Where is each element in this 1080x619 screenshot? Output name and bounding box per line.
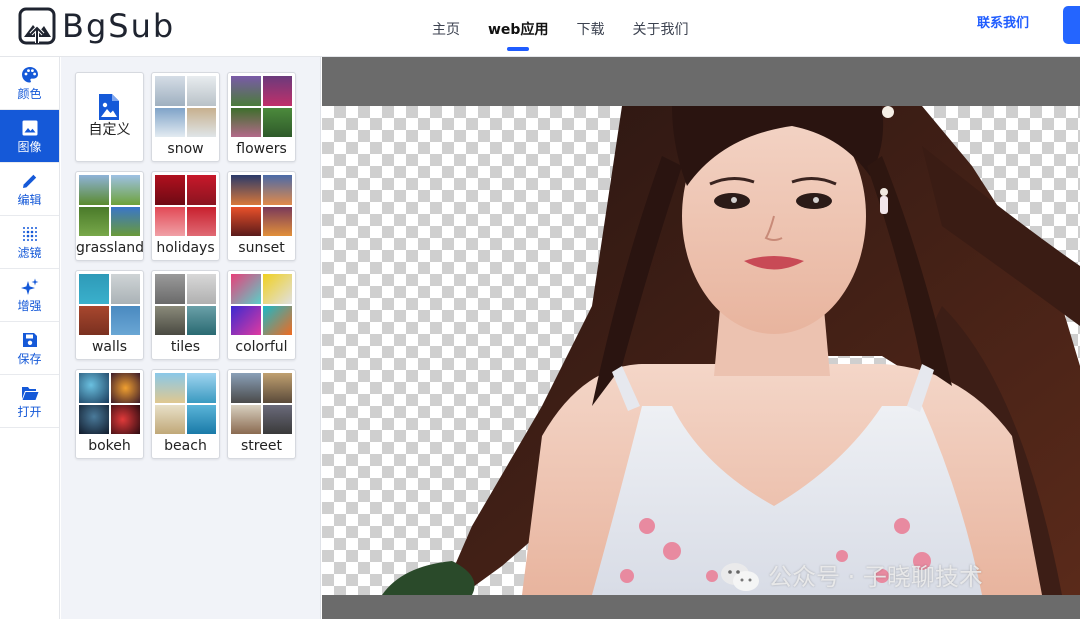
thumbnail [155, 373, 216, 434]
rail-item-image[interactable]: 图像 [0, 110, 59, 163]
folder-open-icon [21, 386, 38, 400]
watermark: 公众号 · 子晓聊技术 [720, 561, 983, 593]
tile-label: snow [167, 141, 204, 157]
floppy-icon [22, 332, 37, 347]
rail-label-save: 保存 [17, 351, 42, 366]
logo-icon [18, 7, 56, 45]
rail-item-save[interactable]: 保存 [0, 322, 59, 375]
tile-colorful[interactable]: colorful [227, 270, 296, 360]
nav-home[interactable]: 主页 [432, 15, 460, 43]
cutout-portrait [382, 106, 1080, 595]
top-header: BgSub 主页 web应用 下载 关于我们 联系我们 [0, 0, 1080, 57]
tile-flowers[interactable]: flowers [227, 72, 296, 162]
thumbnail [231, 76, 292, 137]
rail-label-color: 颜色 [17, 86, 42, 101]
editor-canvas-area[interactable]: 公众号 · 子晓聊技术 [322, 57, 1080, 619]
rail-item-edit[interactable]: 编辑 [0, 163, 59, 216]
header-action-button[interactable] [1063, 6, 1080, 44]
thumbnail [79, 274, 140, 335]
tile-walls[interactable]: walls [75, 270, 144, 360]
rail-item-enhance[interactable]: 增强 [0, 269, 59, 322]
rail-label-image: 图像 [17, 139, 42, 154]
nav-about[interactable]: 关于我们 [632, 15, 688, 43]
thumbnail [79, 175, 140, 236]
rail-label-edit: 编辑 [17, 192, 42, 207]
rail-label-open: 打开 [17, 404, 42, 419]
tile-label: tiles [170, 339, 201, 355]
thumbnail [231, 274, 292, 335]
watermark-text: 公众号 · 子晓聊技术 [768, 563, 983, 591]
rail-item-color[interactable]: 颜色 [0, 57, 59, 110]
thumbnail [231, 175, 292, 236]
thumbnail [231, 373, 292, 434]
tile-snow[interactable]: snow [151, 72, 220, 162]
brand-logo[interactable]: BgSub [18, 6, 175, 46]
nav-download[interactable]: 下载 [576, 15, 604, 43]
tile-label: colorful [235, 339, 288, 355]
tile-tiles[interactable]: tiles [151, 270, 220, 360]
nav-web-app[interactable]: web应用 [488, 15, 548, 43]
tile-label: street [241, 438, 282, 454]
tile-beach[interactable]: beach [151, 369, 220, 459]
thumbnail [155, 76, 216, 137]
transparent-canvas[interactable] [322, 106, 1080, 595]
pencil-icon [22, 174, 36, 188]
tile-label: flowers [236, 141, 287, 157]
chat-bubbles-icon [721, 563, 759, 591]
main-nav: 主页 web应用 下载 关于我们 [418, 0, 702, 57]
tile-label: 自定义 [88, 122, 131, 138]
tile-street[interactable]: street [227, 369, 296, 459]
thumbnail [155, 274, 216, 335]
tile-label: holidays [156, 240, 215, 256]
tile-label: grassland [76, 240, 144, 256]
image-file-icon [99, 94, 119, 120]
brand-name: BgSub [62, 7, 176, 45]
tile-label: bokeh [88, 438, 131, 454]
tile-label: beach [164, 438, 207, 454]
tile-sunset[interactable]: sunset [227, 171, 296, 261]
palette-icon [21, 66, 38, 82]
thumbnail [79, 373, 140, 434]
dots-grid-icon [22, 226, 37, 241]
tile-bokeh[interactable]: bokeh [75, 369, 144, 459]
tile-label: walls [91, 339, 128, 355]
image-icon [22, 120, 37, 135]
rail-item-open[interactable]: 打开 [0, 375, 59, 428]
tile-label: sunset [238, 240, 285, 256]
tool-rail: 颜色 图像 编辑 滤镜 增强 保存 打开 [0, 57, 60, 619]
contact-link[interactable]: 联系我们 [977, 14, 1029, 34]
tile-holidays[interactable]: holidays [151, 171, 220, 261]
tile-custom[interactable]: 自定义 [75, 72, 144, 162]
rail-item-filter[interactable]: 滤镜 [0, 216, 59, 269]
sparkles-icon [20, 278, 38, 295]
background-panel: 自定义 snow flowers grassland holidays suns… [61, 57, 321, 619]
thumbnail [155, 175, 216, 236]
rail-label-enhance: 增强 [17, 298, 42, 313]
tile-grassland[interactable]: grassland [75, 171, 144, 261]
rail-label-filter: 滤镜 [17, 245, 42, 260]
